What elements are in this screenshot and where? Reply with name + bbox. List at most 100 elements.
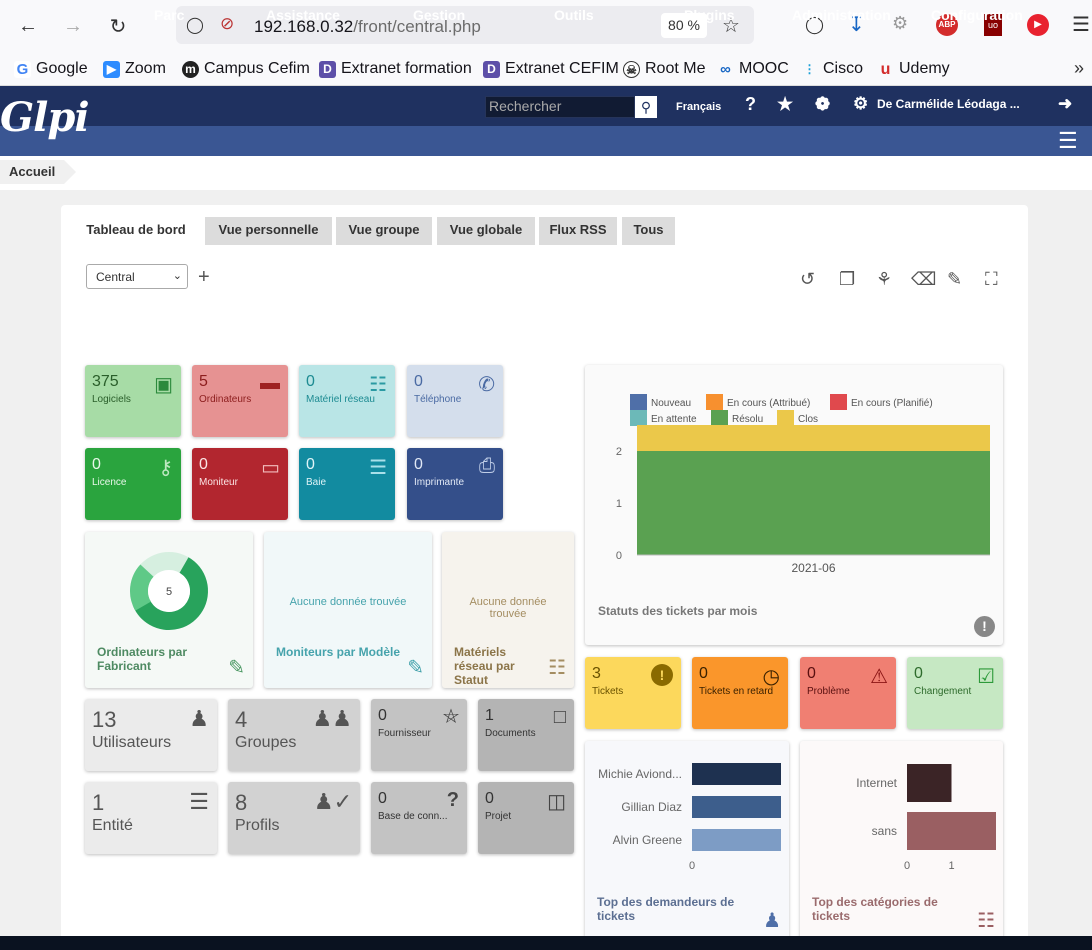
tile-fournisseur[interactable]: 0 Fournisseur ⛤ [371, 699, 467, 771]
card-materiels-reseau-par-statut[interactable]: Aucune donnée trouvée Matériels réseau p… [442, 532, 574, 688]
cisco-icon: ⋮ [803, 61, 816, 76]
clone-icon[interactable]: ❐ [839, 269, 855, 290]
tile-documents[interactable]: 1 Documents □ [478, 699, 574, 771]
menu-outils[interactable]: Outils [554, 7, 594, 23]
back-icon[interactable]: ← [15, 13, 41, 39]
logout-icon[interactable]: ➜ [1058, 94, 1072, 114]
tile-telephone[interactable]: 0 Téléphone ✆ [407, 365, 503, 437]
chart-title-statuts: Statuts des tickets par mois [598, 604, 758, 618]
menu-gestion[interactable]: Gestion [413, 7, 465, 23]
d-icon: D [483, 60, 500, 78]
exclamation-circle-icon: ! [651, 664, 673, 686]
bookmark-extranet-formation[interactable]: D Extranet formation [319, 60, 472, 78]
tile-utilisateurs[interactable]: 13 Utilisateurs ♟ [85, 699, 217, 771]
legend-swatch [630, 393, 647, 410]
tile-entite[interactable]: 1 Entité ☰ [85, 782, 217, 854]
tab-tableau-de-bord[interactable]: Tableau de bord [73, 217, 199, 245]
tile-base-de-connaissances[interactable]: 0 Base de conn... ? [371, 782, 467, 854]
glpi-logo[interactable]: Glpi [0, 94, 90, 141]
menu-plugins[interactable]: Plugins [684, 7, 735, 23]
breadcrumb-bar [0, 156, 1092, 190]
tile-tickets-en-retard[interactable]: 0 Tickets en retard ◷ [692, 657, 788, 729]
tile-projet[interactable]: 0 Projet ◫ [478, 782, 574, 854]
menu-configuration[interactable]: Configuration [931, 7, 1023, 23]
d-icon: D [319, 60, 336, 78]
tile-profils[interactable]: 8 Profils ♟✓ [228, 782, 360, 854]
legend-swatch [711, 409, 728, 426]
dashboard-select[interactable]: Central ⌄ [86, 264, 188, 289]
bookmark-mooc[interactable]: ∞ MOOC [717, 60, 789, 78]
tab-vue-groupe[interactable]: Vue groupe [336, 217, 432, 245]
insecure-lock-icon[interactable]: ⊘ [220, 14, 234, 34]
infinity-icon: ∞ [720, 60, 731, 78]
tile-probleme[interactable]: 0 Problème ⚠ [800, 657, 896, 729]
bookmark-root-me[interactable]: ☠ Root Me [623, 60, 705, 78]
tile-materiel-reseau[interactable]: 0 Matériel réseau ☷ [299, 365, 395, 437]
edit-icon[interactable]: ✎ [947, 269, 962, 290]
user-check-icon: ♟✓ [313, 789, 352, 814]
bookmark-extranet-cefim[interactable]: D Extranet CEFIM [483, 60, 619, 78]
tab-tous[interactable]: Tous [622, 217, 675, 245]
share-icon[interactable]: ⚘ [876, 269, 892, 290]
gear-icon[interactable]: ⚙ [853, 94, 868, 114]
legend-item-en-cours-planifie: En cours (Planifié) [830, 393, 933, 411]
columns-icon: ◫ [547, 791, 566, 813]
trash-icon[interactable]: ⌫ [911, 269, 936, 290]
category-label: Internet [856, 776, 897, 790]
menu-parc[interactable]: Parc [154, 7, 184, 23]
status-bar-chart: 0 1 2 2021-06 [616, 425, 990, 575]
tab-flux-rss[interactable]: Flux RSS [539, 217, 617, 245]
card-ordinateurs-par-fabricant[interactable]: 5 Ordinateurs par Fabricant ✎ [85, 532, 253, 688]
help-icon[interactable]: ? [745, 94, 756, 115]
reload-icon[interactable]: ↻ [105, 13, 131, 39]
tile-moniteur[interactable]: 0 Moniteur ▭ [192, 448, 288, 520]
moodle-icon: m [182, 60, 199, 78]
global-search-input[interactable]: Rechercher [485, 96, 635, 118]
bookmark-google[interactable]: G Google [14, 60, 88, 78]
category-label: Alvin Greene [613, 833, 683, 847]
tile-logiciels[interactable]: 375 Logiciels ▣ [85, 365, 181, 437]
card-top-demandeurs[interactable]: Michie Aviond... Gillian Diaz Alvin Greene… [585, 741, 789, 941]
extension-icon[interactable]: ⚙ [892, 13, 908, 34]
more-bookmarks-icon[interactable]: » [1074, 58, 1084, 79]
bar [907, 764, 952, 802]
add-dashboard-icon[interactable]: + [198, 266, 210, 289]
bookmark-zoom[interactable]: ▶ Zoom [103, 60, 166, 78]
tile-imprimante[interactable]: 0 Imprimante ⎙ [407, 448, 503, 520]
bookmark-cisco[interactable]: ⋮ Cisco [801, 60, 864, 78]
hamburger-menu-icon[interactable]: ☰ [1058, 128, 1078, 154]
breadcrumb-home[interactable]: Accueil [0, 160, 64, 184]
card-title-moniteurs: Moniteurs par Modèle [276, 645, 401, 659]
tab-vue-globale[interactable]: Vue globale [437, 217, 535, 245]
bookmark-campus-cefim[interactable]: m Campus Cefim [182, 60, 310, 78]
tile-licence[interactable]: 0 Licence ⚷ [85, 448, 181, 520]
tile-changement[interactable]: 0 Changement ☑ [907, 657, 1003, 729]
chevron-down-icon: ⌄ [172, 270, 182, 282]
bookmark-udemy[interactable]: u Udemy [877, 60, 950, 78]
tile-tickets[interactable]: 3 Tickets ! [585, 657, 681, 729]
star-favorites-icon[interactable]: ★ [777, 94, 793, 115]
bar [692, 829, 781, 851]
user-name[interactable]: De Carmélide Léodaga ... [877, 97, 1020, 111]
card-moniteurs-par-modele[interactable]: Aucune donnée trouvée Moniteurs par Modè… [264, 532, 432, 688]
app-menu-icon[interactable]: ☰ [1072, 12, 1090, 37]
bug-icon[interactable]: ❁ [815, 94, 830, 115]
language-selector[interactable]: Français [676, 101, 721, 113]
search-icon[interactable]: ⚲ [635, 96, 657, 118]
chart-title-demandeurs: Top des demandeurs de tickets [597, 895, 735, 923]
card-top-categories[interactable]: Internet sans 0 1 Top des catégories de tic… [800, 741, 1003, 941]
legend-swatch [706, 393, 723, 410]
menu-assistance[interactable]: Assistance [266, 7, 340, 23]
menu-administration[interactable]: Administration [792, 7, 891, 23]
tile-baie[interactable]: 0 Baie ☰ [299, 448, 395, 520]
card-statuts-tickets[interactable]: Nouveau En cours (Attribué) En cours (Pl… [585, 365, 1003, 645]
fullscreen-icon[interactable]: ⛶ [985, 269, 998, 290]
history-icon[interactable]: ↺ [800, 269, 815, 290]
donut-center-value: 5 [166, 586, 172, 598]
tile-ordinateurs[interactable]: 5 Ordinateurs ▬ [192, 365, 288, 437]
desktop-strip [0, 936, 1092, 950]
tile-groupes[interactable]: 4 Groupes ♟♟ [228, 699, 360, 771]
youtube-extension-icon[interactable]: ▶ [1027, 14, 1049, 36]
tab-vue-personnelle[interactable]: Vue personnelle [205, 217, 332, 245]
forward-icon[interactable]: → [60, 13, 86, 39]
